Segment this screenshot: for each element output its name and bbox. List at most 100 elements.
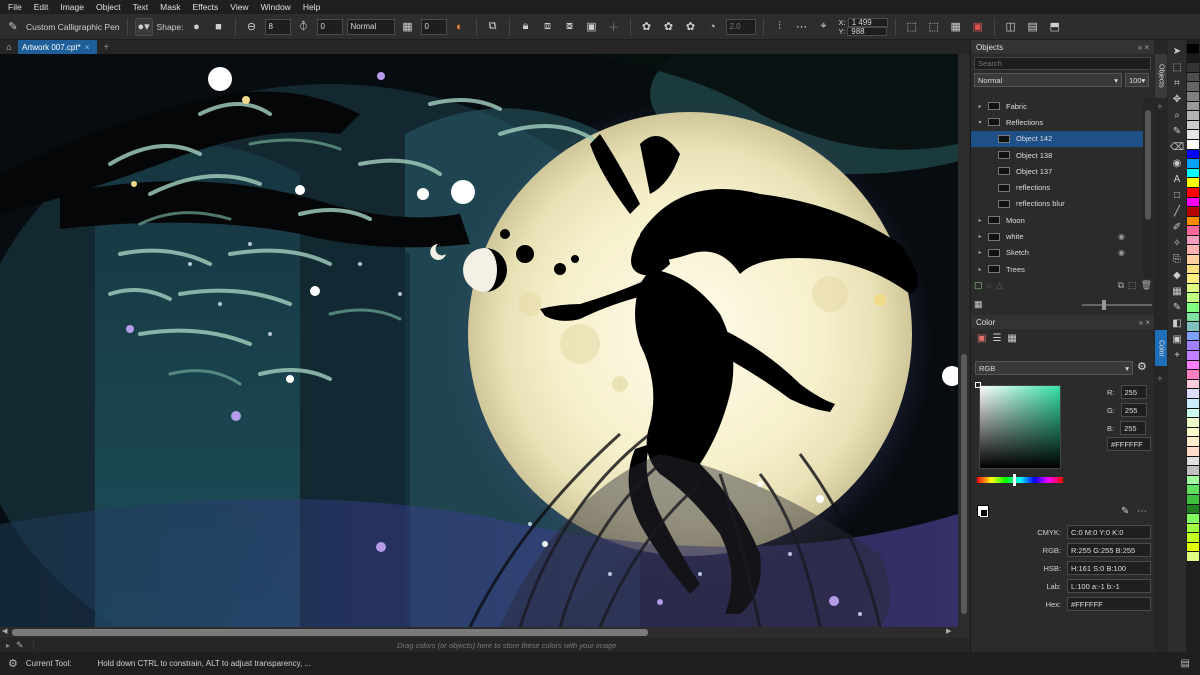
tray-options-icon[interactable]: ⋮	[30, 641, 38, 650]
palette-swatch[interactable]	[1187, 255, 1199, 265]
color-tray[interactable]: ▸ ✎ ⋮ Drag colors (or objects) here to s…	[0, 638, 970, 652]
rgb-input[interactable]: R:255 G:255 B:255	[1067, 543, 1151, 557]
layout-icon[interactable]: ▤	[1024, 18, 1042, 36]
tray-arrow-icon[interactable]: ▸	[6, 641, 10, 650]
brush-name[interactable]: Custom Calligraphic Pen	[26, 22, 120, 32]
palette-swatch[interactable]	[1187, 456, 1199, 467]
scroll-thumb[interactable]	[961, 354, 967, 614]
color-mode-icon[interactable]: ▣	[969, 18, 987, 36]
more-options-icon[interactable]: ⋯	[1137, 506, 1147, 517]
slider-handle[interactable]	[1102, 299, 1106, 310]
clip-icon[interactable]: ⧈	[539, 18, 557, 36]
fill-tool-icon[interactable]: ◆	[1170, 268, 1184, 282]
eyedropper-icon[interactable]: ✎	[1121, 506, 1129, 517]
fullscreen-icon[interactable]: ⬒	[1046, 18, 1064, 36]
menu-file[interactable]: File	[4, 2, 30, 12]
text-tool-icon[interactable]: A	[1170, 172, 1184, 186]
pick-tool-icon[interactable]: ➤	[1170, 44, 1184, 58]
palette-swatch[interactable]	[1187, 303, 1199, 313]
menu-image[interactable]: Image	[56, 2, 92, 12]
new-object-icon[interactable]: ▢	[974, 280, 983, 291]
secondary-swatch-icon[interactable]	[980, 509, 988, 517]
swap-colors-icon[interactable]: ▣	[1170, 332, 1184, 346]
shape-tool-icon[interactable]: □	[1170, 188, 1184, 202]
menu-edit[interactable]: Edit	[30, 2, 57, 12]
thumbnail-size-slider[interactable]	[1082, 299, 1152, 310]
gear-icon[interactable]: ⚙	[8, 657, 18, 670]
palette-swatch[interactable]	[1187, 168, 1199, 179]
frame-icon[interactable]: ⬚	[903, 18, 921, 36]
expand-toggle-icon[interactable]: ▸	[975, 233, 985, 240]
objects-list-item[interactable]: ▾ Reflections	[971, 114, 1143, 130]
mask-toggle-icon[interactable]: ○	[987, 281, 992, 291]
palette-swatch[interactable]	[1187, 542, 1199, 553]
palette-swatch[interactable]	[1187, 379, 1199, 390]
hex-input[interactable]: #FFFFFF	[1107, 437, 1151, 451]
color-side-tab[interactable]: Color	[1155, 330, 1167, 366]
group-icon[interactable]: ⬚	[1128, 280, 1137, 291]
palette-swatch[interactable]	[1187, 283, 1199, 294]
objects-list-item[interactable]: ▸ Moon	[971, 212, 1143, 228]
palette-swatch[interactable]	[1187, 504, 1199, 515]
align-horizontal-icon[interactable]: ⋯	[793, 18, 811, 36]
palette-swatch[interactable]	[1187, 44, 1199, 54]
palette3-icon[interactable]: ✿	[682, 18, 700, 36]
menu-mask[interactable]: Mask	[156, 2, 188, 12]
visibility-icon[interactable]: ◉	[1118, 248, 1125, 257]
opacity-field[interactable]: 100 ▾	[1125, 73, 1149, 87]
palette-swatch[interactable]	[1187, 446, 1199, 457]
palette-swatch[interactable]	[1187, 82, 1199, 92]
hue-handle[interactable]	[1013, 474, 1016, 486]
palette-swatch[interactable]	[1187, 475, 1199, 486]
palette-swatch[interactable]	[1187, 149, 1199, 160]
color-picker-area[interactable]	[979, 385, 1061, 469]
scroll-left-icon[interactable]: ◀	[2, 627, 7, 635]
picker-handle[interactable]	[975, 382, 981, 388]
menu-object[interactable]: Object	[92, 2, 129, 12]
palette-swatch[interactable]	[1187, 351, 1199, 361]
palette-swatch[interactable]	[1187, 312, 1199, 323]
palette-swatch[interactable]	[1187, 159, 1199, 169]
b-input[interactable]: 255	[1120, 421, 1147, 435]
visibility-icon[interactable]: ◉	[1118, 232, 1125, 241]
more-tools-icon[interactable]: ✎	[1170, 300, 1184, 314]
palette-swatch[interactable]	[1187, 207, 1199, 217]
menu-help[interactable]: Help	[299, 2, 328, 12]
lab-input[interactable]: L:100 a:-1 b:-1	[1067, 579, 1151, 593]
palette-swatch[interactable]	[1187, 245, 1199, 256]
menu-text[interactable]: Text	[129, 2, 157, 12]
r-input[interactable]: 255	[1120, 385, 1147, 399]
palette-swatch[interactable]	[1187, 91, 1199, 102]
scroll-thumb[interactable]	[12, 629, 648, 636]
lock-icon[interactable]: 🔒︎	[517, 18, 535, 36]
color-palettes-icon[interactable]: ▦	[1007, 333, 1016, 344]
eyedropper-tool-icon[interactable]: ✎	[1170, 124, 1184, 138]
objects-list-item[interactable]: ▸ Fabric	[971, 98, 1143, 114]
zoom-tool-icon[interactable]: ⌕	[1170, 108, 1184, 122]
fill-color-icon[interactable]: ◧	[1170, 316, 1184, 330]
color-viewer-icon[interactable]: ▣	[977, 333, 986, 344]
panel-controls-icon[interactable]: » ×	[1138, 43, 1149, 52]
square-shape-icon[interactable]: ■	[210, 18, 228, 36]
y-input[interactable]: 988	[847, 26, 888, 36]
color-sliders-icon[interactable]: ☰	[992, 333, 1001, 344]
palette-swatch[interactable]	[1187, 437, 1199, 447]
transparency-tool-icon[interactable]: ▦	[1170, 284, 1184, 298]
palette-swatch[interactable]	[1187, 485, 1199, 495]
palette-swatch[interactable]	[1187, 130, 1199, 140]
palette-swatch[interactable]	[1187, 274, 1199, 284]
objects-list-item[interactable]: Object 138	[971, 147, 1143, 163]
palette-swatch[interactable]	[1187, 533, 1199, 543]
objects-list-item[interactable]: reflections	[971, 179, 1143, 195]
objects-list-item[interactable]: ▸ Trees	[971, 261, 1143, 277]
palette-swatch[interactable]	[1187, 494, 1199, 505]
nib-preview-button[interactable]: ●▾	[134, 17, 153, 36]
lens-icon[interactable]: ⧇	[561, 18, 579, 36]
palette2-icon[interactable]: ✿	[660, 18, 678, 36]
palette-swatch[interactable]	[1187, 264, 1199, 275]
mask-icon[interactable]: ▣	[583, 18, 601, 36]
panel-controls-icon[interactable]: » ×	[1139, 318, 1150, 327]
target-icon[interactable]: ⌖	[815, 18, 833, 36]
grid-view-icon[interactable]: ▦	[974, 299, 983, 310]
palette-swatch[interactable]	[1187, 63, 1199, 73]
